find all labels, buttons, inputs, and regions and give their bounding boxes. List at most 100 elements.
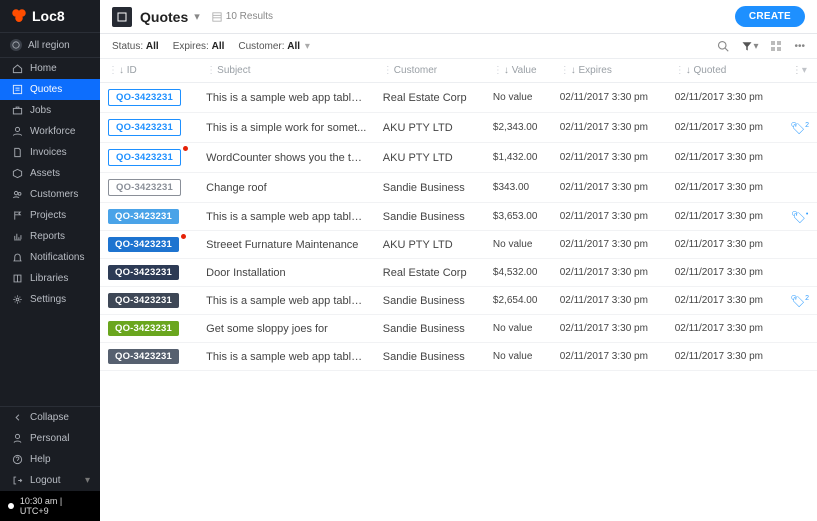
- footer-item-logout[interactable]: Logout ▾: [0, 470, 100, 491]
- table-row[interactable]: QO-3423231 Get some sloppy joes for Sand…: [100, 315, 817, 343]
- table-row[interactable]: QO-3423231 WordCounter shows you the top…: [100, 143, 817, 173]
- sidebar-item-label: Workforce: [30, 126, 75, 137]
- id-chip[interactable]: QO-3423231: [108, 265, 179, 280]
- table-row[interactable]: QO-3423231 This is a sample web app tabl…: [100, 287, 817, 315]
- col-id[interactable]: ⋮↓ ID: [100, 59, 198, 83]
- cell-customer: Sandie Business: [375, 173, 485, 203]
- id-chip[interactable]: QO-3423231: [108, 179, 181, 196]
- user-icon: [10, 126, 24, 137]
- logout-icon: [10, 475, 24, 486]
- footer-item-personal[interactable]: Personal: [0, 428, 100, 449]
- col-options[interactable]: ⋮▾: [782, 59, 817, 83]
- chevron-down-icon[interactable]: ▾: [194, 10, 200, 23]
- sidebar-item-label: Jobs: [30, 105, 51, 116]
- filter-expires[interactable]: Expires: All: [173, 41, 225, 52]
- cell-flag: [782, 143, 817, 173]
- table-row[interactable]: QO-3423231 Streeet Furnature Maintenance…: [100, 231, 817, 259]
- cell-customer: Real Estate Corp: [375, 83, 485, 113]
- sidebar-item-customers[interactable]: Customers: [0, 184, 100, 205]
- footer-item-collapse[interactable]: Collapse: [0, 407, 100, 428]
- cell-subject: Streeet Furnature Maintenance: [198, 231, 375, 259]
- filter-customer[interactable]: Customer: All ▾: [238, 41, 310, 52]
- status-dot-icon: [8, 503, 14, 509]
- sidebar-item-quotes[interactable]: Quotes: [0, 79, 100, 100]
- col-expires[interactable]: ⋮↓ Expires: [552, 59, 667, 83]
- table-row[interactable]: QO-3423231 This is a simple work for som…: [100, 113, 817, 143]
- sidebar-item-home[interactable]: Home: [0, 58, 100, 79]
- sidebar-item-libraries[interactable]: Libraries: [0, 268, 100, 289]
- comment-flag-icon[interactable]: 🏷2: [790, 121, 809, 135]
- region-label: All region: [28, 40, 70, 51]
- table-row[interactable]: QO-3423231 This is a sample web app tabl…: [100, 203, 817, 231]
- cell-customer: Sandie Business: [375, 343, 485, 371]
- cell-customer: Sandie Business: [375, 203, 485, 231]
- table-row[interactable]: QO-3423231 This is a sample web app tabl…: [100, 83, 817, 113]
- person-icon: [10, 433, 24, 444]
- id-chip[interactable]: QO-3423231: [108, 293, 179, 308]
- view-grid-icon[interactable]: [770, 40, 782, 52]
- id-chip[interactable]: QO-3423231: [108, 237, 179, 252]
- status-time: 10:30 am | UTC+9: [20, 496, 92, 516]
- table-wrapper: ⋮↓ ID ⋮Subject ⋮Customer ⋮↓ Value ⋮↓ Exp…: [100, 59, 817, 521]
- cell-customer: Real Estate Corp: [375, 259, 485, 287]
- comment-flag-icon[interactable]: 🏷2: [790, 294, 809, 308]
- cell-subject: Change roof: [198, 173, 375, 203]
- comment-flag-icon[interactable]: 🏷•: [791, 210, 809, 224]
- cell-subject: WordCounter shows you the top...: [198, 143, 375, 173]
- id-chip[interactable]: QO-3423231: [108, 119, 181, 136]
- create-button[interactable]: CREATE: [735, 6, 805, 27]
- table-row[interactable]: QO-3423231 Change roof Sandie Business $…: [100, 173, 817, 203]
- cell-subject: This is a sample web app tablet...: [198, 287, 375, 315]
- cell-value: No value: [485, 231, 552, 259]
- cell-subject: Get some sloppy joes for: [198, 315, 375, 343]
- filter-status[interactable]: Status: All: [112, 41, 159, 52]
- sidebar-item-jobs[interactable]: Jobs: [0, 100, 100, 121]
- table-row[interactable]: QO-3423231 This is a sample web app tabl…: [100, 343, 817, 371]
- filter-icon[interactable]: ▾: [741, 40, 758, 52]
- table-header-row: ⋮↓ ID ⋮Subject ⋮Customer ⋮↓ Value ⋮↓ Exp…: [100, 59, 817, 83]
- col-quoted[interactable]: ⋮↓ Quoted: [667, 59, 782, 83]
- quotes-table: ⋮↓ ID ⋮Subject ⋮Customer ⋮↓ Value ⋮↓ Exp…: [100, 59, 817, 371]
- topbar: Quotes ▾ 10 Results CREATE: [100, 0, 817, 34]
- cell-expires: 02/11/2017 3:30 pm: [552, 315, 667, 343]
- sidebar-item-label: Home: [30, 63, 57, 74]
- gear-icon: [10, 294, 24, 305]
- id-chip[interactable]: QO-3423231: [108, 321, 179, 336]
- collapse-icon: [10, 412, 24, 423]
- sidebar-item-label: Settings: [30, 294, 66, 305]
- sidebar-item-assets[interactable]: Assets: [0, 163, 100, 184]
- cell-expires: 02/11/2017 3:30 pm: [552, 113, 667, 143]
- sidebar-item-label: Invoices: [30, 147, 67, 158]
- cell-quoted: 02/11/2017 3:30 pm: [667, 315, 782, 343]
- id-chip[interactable]: QO-3423231: [108, 209, 179, 224]
- id-chip[interactable]: QO-3423231: [108, 349, 179, 364]
- sidebar-item-projects[interactable]: Projects: [0, 205, 100, 226]
- sidebar-item-invoices[interactable]: Invoices: [0, 142, 100, 163]
- module-icon[interactable]: [112, 7, 132, 27]
- id-chip[interactable]: QO-3423231: [108, 89, 181, 106]
- col-subject[interactable]: ⋮Subject: [198, 59, 375, 83]
- region-selector[interactable]: All region: [0, 32, 100, 58]
- sidebar-item-reports[interactable]: Reports: [0, 226, 100, 247]
- cell-value: No value: [485, 83, 552, 113]
- col-value[interactable]: ⋮↓ Value: [485, 59, 552, 83]
- id-chip[interactable]: QO-3423231: [108, 149, 181, 166]
- cell-value: $2,654.00: [485, 287, 552, 315]
- sidebar-item-notifications[interactable]: Notifications: [0, 247, 100, 268]
- cell-flag: [782, 315, 817, 343]
- cell-expires: 02/11/2017 3:30 pm: [552, 143, 667, 173]
- results-text: 10 Results: [226, 11, 273, 22]
- more-icon[interactable]: •••: [794, 41, 805, 52]
- sidebar-item-label: Projects: [30, 210, 66, 221]
- sidebar-item-settings[interactable]: Settings: [0, 289, 100, 310]
- footer-item-help[interactable]: Help: [0, 449, 100, 470]
- logo: Loc8: [0, 0, 100, 32]
- table-row[interactable]: QO-3423231 Door Installation Real Estate…: [100, 259, 817, 287]
- sidebar-item-workforce[interactable]: Workforce: [0, 121, 100, 142]
- cell-flag: 🏷2: [782, 113, 817, 143]
- search-icon[interactable]: [717, 40, 729, 52]
- col-customer[interactable]: ⋮Customer: [375, 59, 485, 83]
- chart-icon: [10, 231, 24, 242]
- flag-icon: [10, 210, 24, 221]
- footer-item-label: Personal: [30, 433, 69, 444]
